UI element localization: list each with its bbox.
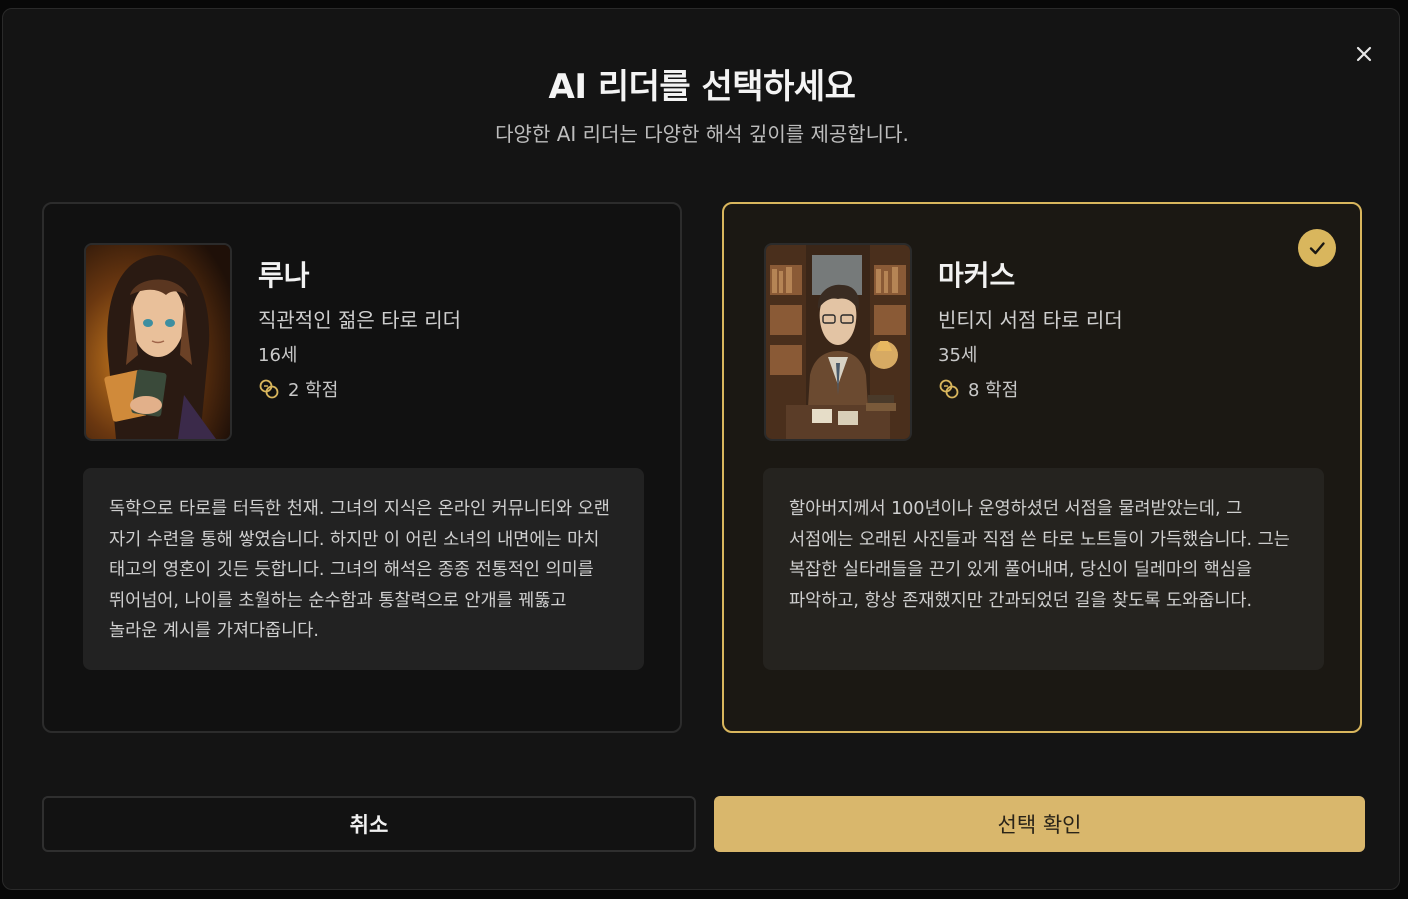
reader-credits: 2 학점 bbox=[258, 376, 338, 402]
reader-name: 루나 bbox=[258, 259, 310, 292]
coins-icon bbox=[259, 379, 279, 399]
reader-role: 직관적인 젊은 타로 리더 bbox=[258, 308, 462, 332]
reader-age: 16세 bbox=[258, 345, 298, 366]
reader-credits: 8 학점 bbox=[938, 376, 1018, 402]
reader-description: 할아버지께서 100년이나 운영하셨던 서점을 물려받았는데, 그 서점에는 오… bbox=[763, 468, 1324, 670]
reader-role: 빈티지 서점 타로 리더 bbox=[938, 308, 1123, 332]
check-icon bbox=[1309, 242, 1325, 255]
reader-card-marcus[interactable]: 마커스 빈티지 서점 타로 리더 35세 8 학점 할아버지께서 100년이나 … bbox=[722, 202, 1362, 733]
confirm-selection-button[interactable]: 선택 확인 bbox=[714, 796, 1365, 852]
modal-title: AI 리더를 선택하세요 bbox=[548, 67, 856, 107]
reader-select-modal: AI 리더를 선택하세요 다양한 AI 리더는 다양한 해석 깊이를 제공합니다… bbox=[2, 8, 1400, 890]
reader-description: 독학으로 타로를 터득한 천재. 그녀의 지식은 온라인 커뮤니티와 오랜 자기… bbox=[83, 468, 644, 670]
reader-portrait-luna bbox=[84, 243, 232, 441]
coins-icon bbox=[939, 379, 959, 399]
selected-badge bbox=[1298, 229, 1336, 267]
reader-credits-label: 8 학점 bbox=[968, 380, 1019, 401]
reader-age: 35세 bbox=[938, 345, 978, 366]
reader-portrait-marcus bbox=[764, 243, 912, 441]
modal-subtitle: 다양한 AI 리더는 다양한 해석 깊이를 제공합니다. bbox=[495, 122, 909, 146]
reader-name: 마커스 bbox=[938, 259, 1016, 292]
cancel-button[interactable]: 취소 bbox=[42, 796, 696, 852]
reader-card-luna[interactable]: 루나 직관적인 젊은 타로 리더 16세 2 학점 독학으로 타로를 터득한 천… bbox=[42, 202, 682, 733]
reader-credits-label: 2 학점 bbox=[288, 380, 339, 401]
